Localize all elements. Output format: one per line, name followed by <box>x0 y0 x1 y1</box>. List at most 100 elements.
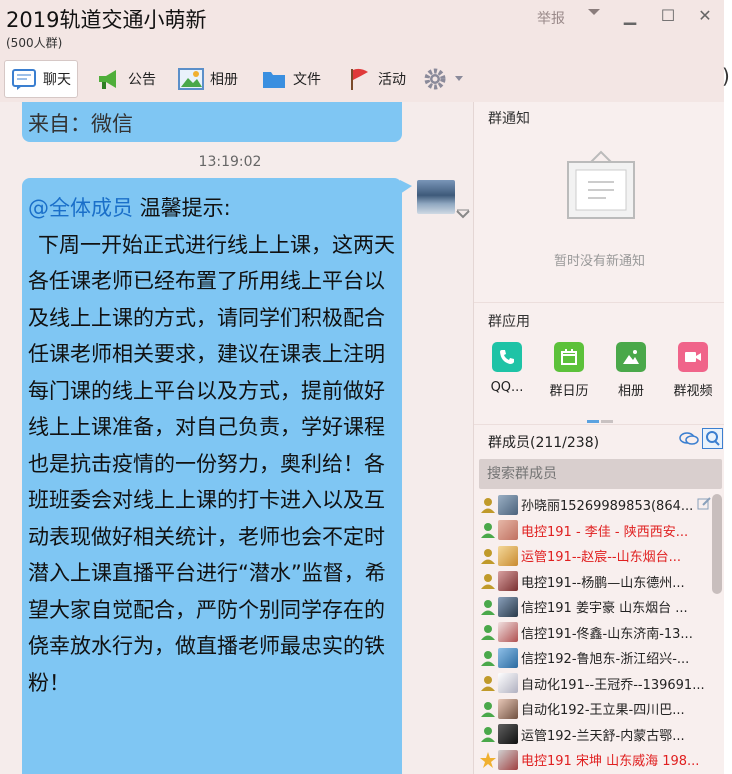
app-label: QQ... <box>490 380 524 395</box>
group-title: 2019轨道交通小萌新 <box>6 8 207 32</box>
app-qq-call[interactable]: QQ... <box>477 342 537 395</box>
member-badge-icon <box>479 649 497 667</box>
avatar <box>498 749 518 770</box>
member-badge-icon <box>479 521 497 539</box>
member-search-icon[interactable] <box>702 428 723 449</box>
tab-activity[interactable]: 活动 <box>340 60 412 98</box>
message-bubbles-icon[interactable] <box>679 431 699 451</box>
group-size: (500人群) <box>6 36 63 50</box>
app-calendar[interactable]: 群日历 <box>539 342 599 399</box>
gear-icon <box>422 67 448 91</box>
avatar <box>498 647 518 668</box>
tab-album-label: 相册 <box>210 72 238 88</box>
admin-badge-icon <box>479 496 497 514</box>
message-bubble-previous: 来自：微信 <box>22 102 402 142</box>
message-heading: 温馨提示: <box>133 196 231 220</box>
app-label: 相册 <box>617 384 644 399</box>
notice-empty-text: 暂时没有新通知 <box>553 254 645 269</box>
settings-dropdown-icon <box>454 71 464 87</box>
message-text: @全体成员 温馨提示: 下周一开始正式进行线上上课，这两天各任课老师已经布置了所… <box>28 190 398 701</box>
avatar <box>498 520 518 541</box>
avatar <box>498 545 518 566</box>
notice-board-icon <box>566 150 636 220</box>
apps-title: 群应用 <box>488 314 530 330</box>
title-bar: 2019轨道交通小萌新 (500人群) 举报 ▁ ☐ ✕ <box>0 0 724 56</box>
tab-album[interactable]: 相册 <box>172 60 244 98</box>
member-badge-icon <box>479 700 497 718</box>
video-icon <box>678 342 708 372</box>
member-search-input[interactable] <box>479 459 722 489</box>
megaphone-icon <box>96 67 122 91</box>
members-title: 群成员(211/238) <box>488 435 600 451</box>
sender-avatar[interactable] <box>417 180 455 214</box>
mention-all[interactable]: @全体成员 <box>28 196 133 220</box>
member-row[interactable]: 自动化191--王冠乔--139691... <box>474 671 714 697</box>
avatar <box>498 673 518 694</box>
avatar <box>498 571 518 592</box>
avatar <box>498 596 518 617</box>
chat-area[interactable]: 来自：微信 13:19:02 @全体成员 温馨提示: 下周一开始正式进行线上上课… <box>0 102 473 774</box>
phone-icon <box>492 342 522 372</box>
admin-badge-icon <box>479 547 497 565</box>
message-source: 来自：微信 <box>28 112 133 136</box>
dropdown-arrow-icon[interactable] <box>583 4 605 24</box>
member-row[interactable]: 电控191 宋坤 山东威海 198... <box>474 747 714 773</box>
admin-badge-icon <box>479 674 497 692</box>
tab-chat-label: 聊天 <box>43 72 71 88</box>
member-row[interactable]: 电控191--杨鹏—山东德州... <box>474 569 714 595</box>
member-row[interactable]: 信控191 姜宇豪 山东烟台 ... <box>474 594 714 620</box>
calendar-icon <box>554 342 584 372</box>
background-window-edge: ) <box>722 0 732 774</box>
tab-chat[interactable]: 聊天 <box>4 60 78 98</box>
chat-icon <box>11 67 37 91</box>
member-list-scrollbar[interactable] <box>712 494 722 594</box>
owner-star-icon <box>479 751 497 769</box>
message-body: 下周一开始正式进行线上上课，这两天各任课老师已经布置了所用线上平台以及线上上课的… <box>28 232 395 695</box>
maximize-button[interactable]: ☐ <box>657 6 679 25</box>
app-video[interactable]: 群视频 <box>663 342 723 399</box>
member-row[interactable]: 运管191--赵宸--山东烟台... <box>474 543 714 569</box>
member-badge-icon <box>479 725 497 743</box>
avatar <box>498 724 518 745</box>
avatar <box>498 622 518 643</box>
member-row[interactable]: 电控191 - 李佳 - 陕西西安... <box>474 518 714 544</box>
admin-badge-icon <box>479 572 497 590</box>
photo-icon <box>178 67 204 91</box>
member-row[interactable]: 信控192-鲁旭东-浙江绍兴-... <box>474 645 714 671</box>
close-button[interactable]: ✕ <box>694 6 716 25</box>
bubble-tail <box>400 180 412 194</box>
app-album[interactable]: 相册 <box>601 342 661 399</box>
collapse-icon[interactable] <box>456 206 470 225</box>
member-list: 孙晓丽15269989853(864... 电控191 - 李佳 - 陕西西安.… <box>474 492 714 773</box>
message-bubble[interactable]: @全体成员 温馨提示: 下周一开始正式进行线上上课，这两天各任课老师已经布置了所… <box>22 178 412 774</box>
divider <box>474 302 725 303</box>
group-toolbar: 聊天 公告 相册 文件 活动 <box>0 56 724 102</box>
report-button[interactable]: 举报 <box>537 8 565 28</box>
edge-glyph: ) <box>722 64 730 88</box>
album-icon <box>616 342 646 372</box>
group-side-panel: 群通知 暂时没有新通知 群应用 QQ... 群日历 相册 群视频 群成员(211… <box>473 102 725 774</box>
member-row[interactable]: 孙晓丽15269989853(864... <box>474 492 714 518</box>
member-row[interactable]: 自动化192-王立果-四川巴... <box>474 696 714 722</box>
tab-files[interactable]: 文件 <box>255 60 327 98</box>
avatar <box>498 698 518 719</box>
minimize-button[interactable]: ▁ <box>619 6 641 25</box>
divider <box>474 424 725 425</box>
member-badge-icon <box>479 623 497 641</box>
tab-activity-label: 活动 <box>378 72 406 88</box>
tab-announcement[interactable]: 公告 <box>90 60 162 98</box>
app-label: 群日历 <box>549 384 589 399</box>
member-row[interactable]: 信控191-佟鑫-山东济南-13... <box>474 620 714 646</box>
tab-announcement-label: 公告 <box>128 72 156 88</box>
member-row[interactable]: 运管192-兰天舒-内蒙古鄂... <box>474 722 714 748</box>
avatar <box>498 494 518 515</box>
settings-button[interactable] <box>416 60 470 98</box>
message-timestamp: 13:19:02 <box>198 154 262 170</box>
member-badge-icon <box>479 598 497 616</box>
folder-icon <box>261 67 287 91</box>
flag-icon <box>346 67 372 91</box>
tab-files-label: 文件 <box>293 72 321 88</box>
app-label: 群视频 <box>673 384 713 399</box>
edit-icon[interactable] <box>697 496 711 514</box>
notice-title: 群通知 <box>488 111 530 127</box>
